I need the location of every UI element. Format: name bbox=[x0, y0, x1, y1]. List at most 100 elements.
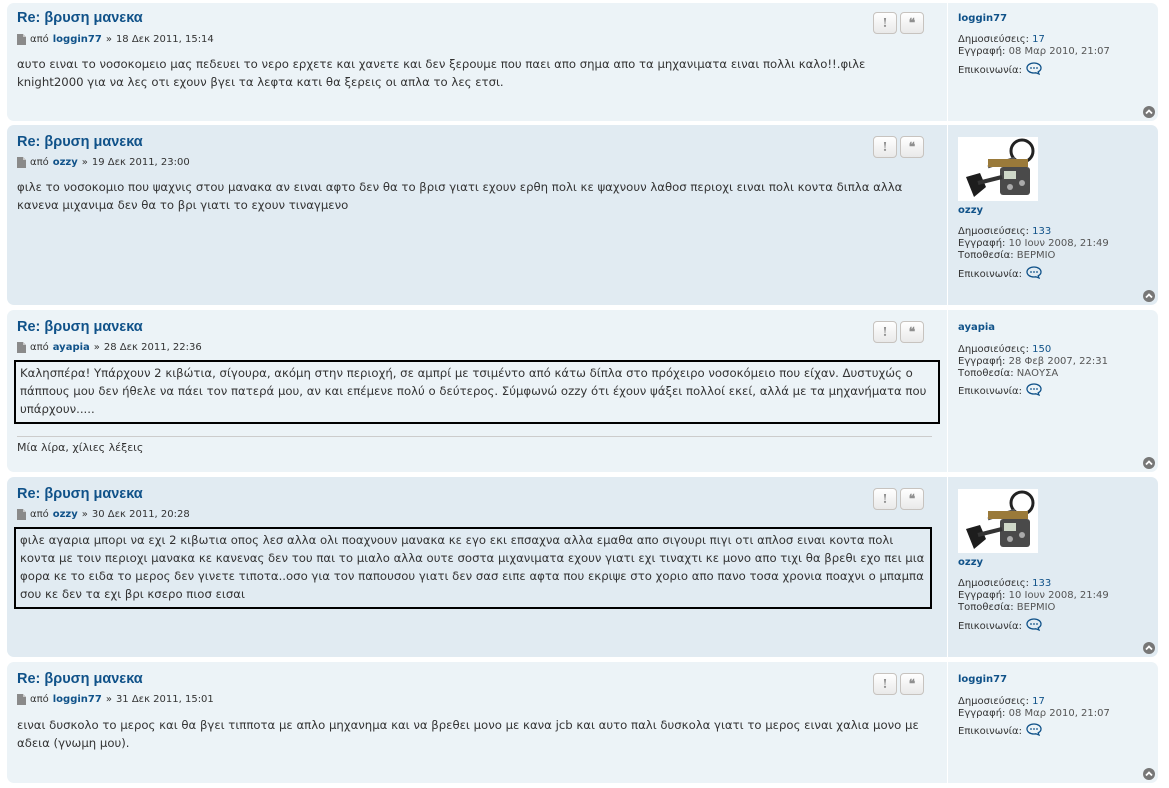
metal-detector-image bbox=[958, 137, 1038, 201]
joined-date: 10 Ιουν 2008, 21:49 bbox=[1008, 590, 1109, 601]
joined-label: Εγγραφή: bbox=[958, 590, 1006, 601]
profile-username[interactable]: loggin77 bbox=[958, 674, 1007, 685]
meta-separator: » bbox=[105, 34, 112, 45]
profile-joined: Εγγραφή: 28 Φεβ 2007, 22:31 bbox=[958, 356, 1108, 367]
profile-contact: Επικοινωνία: bbox=[958, 618, 1042, 634]
post: Re: βρυση μανεκα από ozzy » 19 Δεκ 2011,… bbox=[7, 125, 1158, 305]
post-meta: από loggin77 » 18 Δεκ 2011, 15:14 bbox=[17, 34, 214, 45]
contact-chat-icon[interactable] bbox=[1026, 62, 1042, 78]
report-button[interactable]: ! bbox=[873, 673, 897, 695]
quote-button[interactable]: ❝ bbox=[900, 673, 924, 695]
avatar[interactable] bbox=[958, 137, 1038, 201]
posts-label: Δημοσιεύσεις: bbox=[958, 226, 1029, 237]
joined-date: 08 Μαρ 2010, 21:07 bbox=[1008, 46, 1110, 57]
quote-button[interactable]: ❝ bbox=[900, 136, 924, 158]
back-to-top-icon[interactable] bbox=[1143, 103, 1155, 118]
post-file-icon[interactable] bbox=[17, 34, 26, 45]
profile-username[interactable]: ozzy bbox=[958, 205, 983, 216]
by-label: από bbox=[30, 694, 49, 705]
back-to-top-icon[interactable] bbox=[1143, 287, 1155, 302]
profile-posts: Δημοσιεύσεις: 17 bbox=[958, 34, 1045, 45]
by-label: από bbox=[30, 157, 49, 168]
meta-separator: » bbox=[93, 342, 100, 353]
post: Re: βρυση μανεκα από loggin77 » 18 Δεκ 2… bbox=[7, 3, 1158, 121]
report-button[interactable]: ! bbox=[873, 321, 897, 343]
post-buttons: ! ❝ bbox=[873, 321, 924, 343]
posts-count[interactable]: 17 bbox=[1032, 34, 1045, 45]
quote-button[interactable]: ❝ bbox=[900, 12, 924, 34]
post-buttons: ! ❝ bbox=[873, 12, 924, 34]
signature: Μία λίρα, χίλιες λέξεις bbox=[17, 441, 144, 454]
location-label: Τοποθεσία: bbox=[958, 368, 1014, 379]
post-profile: ayapia Δημοσιεύσεις: 150 Εγγραφή: 28 Φεβ… bbox=[947, 310, 1153, 472]
avatar[interactable] bbox=[958, 489, 1038, 553]
report-button[interactable]: ! bbox=[873, 12, 897, 34]
post-author[interactable]: ayapia bbox=[53, 342, 90, 353]
contact-chat-icon[interactable] bbox=[1026, 383, 1042, 399]
contact-label: Επικοινωνία: bbox=[958, 269, 1023, 280]
post-author[interactable]: loggin77 bbox=[53, 34, 102, 45]
post: Re: βρυση μανεκα από ozzy » 30 Δεκ 2011,… bbox=[7, 477, 1158, 657]
metal-detector-image bbox=[958, 489, 1038, 553]
location-label: Τοποθεσία: bbox=[958, 250, 1014, 261]
back-to-top-icon[interactable] bbox=[1143, 454, 1155, 469]
contact-chat-icon[interactable] bbox=[1026, 266, 1042, 282]
contact-chat-icon[interactable] bbox=[1026, 618, 1042, 634]
post-buttons: ! ❝ bbox=[873, 136, 924, 158]
post-date: 19 Δεκ 2011, 23:00 bbox=[91, 157, 190, 168]
quote-button[interactable]: ❝ bbox=[900, 488, 924, 510]
post-date: 30 Δεκ 2011, 20:28 bbox=[91, 509, 190, 520]
profile-joined: Εγγραφή: 10 Ιουν 2008, 21:49 bbox=[958, 590, 1109, 601]
by-label: από bbox=[30, 509, 49, 520]
contact-label: Επικοινωνία: bbox=[958, 386, 1023, 397]
post-file-icon[interactable] bbox=[17, 342, 26, 353]
contact-chat-icon[interactable] bbox=[1026, 723, 1042, 739]
posts-count[interactable]: 133 bbox=[1032, 578, 1051, 589]
profile-username[interactable]: ozzy bbox=[958, 557, 983, 568]
post-author[interactable]: loggin77 bbox=[53, 694, 102, 705]
post-profile: loggin77 Δημοσιεύσεις: 17 Εγγραφή: 08 Μα… bbox=[947, 3, 1153, 121]
post-author[interactable]: ozzy bbox=[53, 509, 78, 520]
contact-label: Επικοινωνία: bbox=[958, 726, 1023, 737]
profile-posts: Δημοσιεύσεις: 133 bbox=[958, 226, 1051, 237]
post-content: Καλησπέρα! Υπάρχουν 2 κιβώτια, σίγουρα, … bbox=[14, 360, 940, 424]
post-file-icon[interactable] bbox=[17, 694, 26, 705]
post-content: ειναι δυσκολο το μερος και θα βγει τιππο… bbox=[17, 718, 919, 750]
back-to-top-icon[interactable] bbox=[1143, 639, 1155, 654]
meta-separator: » bbox=[81, 509, 88, 520]
post-title[interactable]: Re: βρυση μανεκα bbox=[17, 10, 143, 26]
post-title[interactable]: Re: βρυση μανεκα bbox=[17, 486, 143, 502]
post-date: 18 Δεκ 2011, 15:14 bbox=[115, 34, 214, 45]
profile-location: Τοποθεσία: ΒΕΡΜΙΟ bbox=[958, 602, 1055, 613]
back-to-top-icon[interactable] bbox=[1143, 765, 1155, 780]
joined-label: Εγγραφή: bbox=[958, 46, 1006, 57]
profile-joined: Εγγραφή: 08 Μαρ 2010, 21:07 bbox=[958, 46, 1110, 57]
profile-contact: Επικοινωνία: bbox=[958, 383, 1042, 399]
post-title[interactable]: Re: βρυση μανεκα bbox=[17, 134, 143, 150]
post-title[interactable]: Re: βρυση μανεκα bbox=[17, 319, 143, 335]
profile-contact: Επικοινωνία: bbox=[958, 723, 1042, 739]
posts-label: Δημοσιεύσεις: bbox=[958, 578, 1029, 589]
report-button[interactable]: ! bbox=[873, 488, 897, 510]
profile-username[interactable]: ayapia bbox=[958, 322, 995, 333]
profile-username[interactable]: loggin77 bbox=[958, 13, 1007, 24]
post-meta: από ozzy » 19 Δεκ 2011, 23:00 bbox=[17, 157, 190, 168]
profile-location: Τοποθεσία: ΝΑΟΥΣΑ bbox=[958, 368, 1058, 379]
post-buttons: ! ❝ bbox=[873, 488, 924, 510]
report-button[interactable]: ! bbox=[873, 136, 897, 158]
post-title[interactable]: Re: βρυση μανεκα bbox=[17, 671, 143, 687]
contact-label: Επικοινωνία: bbox=[958, 65, 1023, 76]
post-profile: loggin77 Δημοσιεύσεις: 17 Εγγραφή: 08 Μα… bbox=[947, 662, 1153, 783]
post-file-icon[interactable] bbox=[17, 509, 26, 520]
profile-posts: Δημοσιεύσεις: 133 bbox=[958, 578, 1051, 589]
post-buttons: ! ❝ bbox=[873, 673, 924, 695]
posts-count[interactable]: 133 bbox=[1032, 226, 1051, 237]
post-file-icon[interactable] bbox=[17, 157, 26, 168]
quote-button[interactable]: ❝ bbox=[900, 321, 924, 343]
posts-count[interactable]: 17 bbox=[1032, 696, 1045, 707]
post-content: φιλε αγαρια μπορι να εχι 2 κιβωτια οπος … bbox=[14, 527, 932, 609]
profile-contact: Επικοινωνία: bbox=[958, 62, 1042, 78]
profile-joined: Εγγραφή: 10 Ιουν 2008, 21:49 bbox=[958, 238, 1109, 249]
posts-count[interactable]: 150 bbox=[1032, 344, 1051, 355]
post-author[interactable]: ozzy bbox=[53, 157, 78, 168]
